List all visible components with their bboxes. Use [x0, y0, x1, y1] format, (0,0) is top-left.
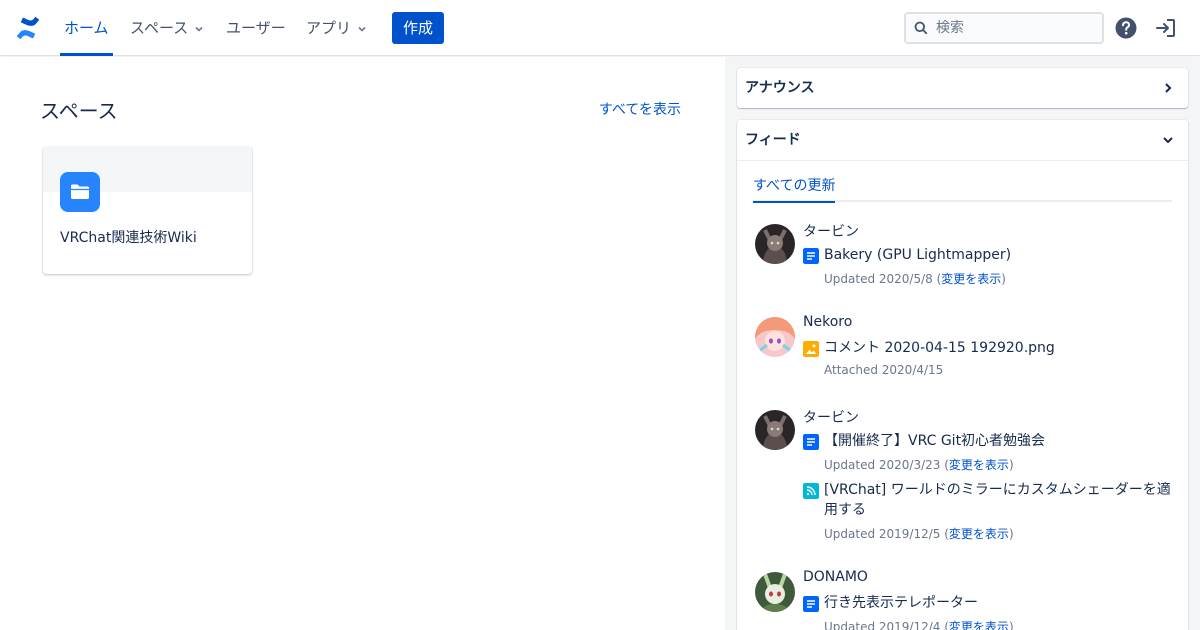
page-icon — [803, 248, 819, 264]
chevron-down-icon — [358, 26, 366, 32]
view-changes-link[interactable]: 変更を表示 — [949, 620, 1009, 630]
folder-icon — [60, 172, 100, 212]
feed-item-title[interactable]: 行き先表示テレポーター — [824, 593, 978, 613]
feed-divider — [737, 160, 1188, 161]
feed-item-title[interactable]: 【開催終了】VRC Git初心者勉強会 — [824, 431, 1045, 451]
announcements-panel: アナウンス — [737, 68, 1188, 108]
nav-users[interactable]: ユーザー — [226, 0, 286, 56]
view-changes-link[interactable]: 変更を表示 — [941, 272, 1001, 286]
nav-apps[interactable]: アプリ — [306, 0, 367, 56]
feed-item-meta-text: Updated 2019/12/5 ( — [824, 527, 949, 541]
nav-apps-label: アプリ — [306, 19, 352, 37]
page-title: スペース — [40, 99, 118, 123]
page-icon — [803, 434, 819, 450]
nav-spaces-label: スペース — [130, 19, 189, 37]
feed-item-meta: Updated 2020/3/23 (変更を表示) — [824, 456, 1014, 473]
avatar[interactable] — [755, 572, 795, 612]
avatar[interactable] — [755, 224, 795, 264]
feed-item-meta: Attached 2020/4/15 — [824, 363, 944, 377]
space-card[interactable]: VRChat関連技術Wiki — [43, 147, 252, 274]
help-icon[interactable] — [1114, 16, 1138, 40]
search-icon — [914, 21, 928, 35]
search-input[interactable] — [936, 18, 1096, 38]
feed-author[interactable]: DONAMO — [803, 569, 868, 585]
view-changes-link[interactable]: 変更を表示 — [949, 527, 1009, 541]
view-changes-link[interactable]: 変更を表示 — [949, 458, 1009, 472]
chevron-down-icon — [195, 26, 203, 32]
page-icon — [803, 596, 819, 612]
feed-item-meta-text: Updated 2020/3/23 ( — [824, 458, 949, 472]
space-card-name: VRChat関連技術Wiki — [60, 230, 197, 246]
avatar[interactable] — [755, 317, 795, 357]
image-file-icon — [803, 341, 819, 357]
chevron-right-icon — [1165, 83, 1172, 93]
nav-home-label: ホーム — [64, 19, 109, 37]
nav-users-label: ユーザー — [226, 19, 286, 37]
feed-item-title[interactable]: コメント 2020-04-15 192920.png — [824, 338, 1055, 358]
tab-all-updates[interactable]: すべての更新 — [753, 175, 836, 203]
search-box — [904, 12, 1104, 44]
feed-item-meta-suffix: ) — [1001, 272, 1006, 286]
login-icon[interactable] — [1154, 16, 1178, 40]
blog-post-icon — [803, 483, 819, 499]
announcements-title: アナウンス — [745, 80, 815, 96]
nav-home[interactable]: ホーム — [60, 0, 113, 56]
feed-item-meta-text: Updated 2019/12/4 ( — [824, 620, 949, 630]
feed-item-meta: Updated 2019/12/5 (変更を表示) — [824, 525, 1014, 542]
main-content: スペース すべてを表示 VRChat関連技術Wiki — [0, 57, 725, 630]
view-all-spaces-link[interactable]: すべてを表示 — [599, 99, 681, 119]
feed-author[interactable]: Nekoro — [803, 314, 852, 330]
feed-item-meta-text: Updated 2020/5/8 ( — [824, 272, 942, 286]
feed-item-meta: Updated 2019/12/4 (変更を表示) — [824, 618, 1014, 630]
feed-item-meta-suffix: ) — [1008, 620, 1014, 630]
confluence-logo-icon[interactable] — [16, 16, 40, 40]
right-sidebar: アナウンス フィード すべての更新 タービン Bakery (GPU Light… — [725, 57, 1200, 630]
announcements-header[interactable]: アナウンス — [737, 68, 1188, 108]
feed-item-meta-suffix: ) — [1008, 527, 1014, 541]
avatar[interactable] — [755, 410, 795, 450]
feed-panel: フィード すべての更新 タービン Bakery (GPU Lightmapper… — [737, 120, 1188, 630]
feed-item-meta-suffix: ) — [1008, 458, 1014, 472]
feed-item-title-line: 用する — [824, 502, 866, 518]
feed-item-title-line: [VRChat] ワールドのミラーにカスタムシェーダーを適 — [824, 482, 1171, 498]
feed-item-title[interactable]: Bakery (GPU Lightmapper) — [824, 245, 1011, 265]
feed-item-title[interactable]: [VRChat] ワールドのミラーにカスタムシェーダーを適 用する — [824, 480, 1171, 520]
feed-author[interactable]: タービン — [803, 407, 859, 427]
create-button[interactable]: 作成 — [392, 12, 444, 44]
nav-spaces[interactable]: スペース — [130, 0, 204, 56]
chevron-down-icon — [1163, 137, 1173, 144]
feed-item-meta: Updated 2020/5/8 (変更を表示) — [824, 270, 1006, 287]
feed-header[interactable]: フィード — [737, 120, 1188, 160]
feed-author[interactable]: タービン — [803, 221, 859, 241]
top-navigation: ホーム スペース ユーザー アプリ 作成 — [0, 0, 1200, 56]
feed-title: フィード — [745, 132, 801, 148]
